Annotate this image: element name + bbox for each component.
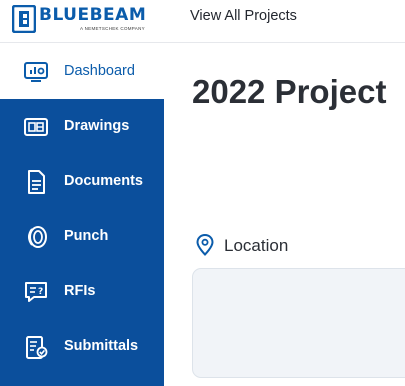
- sidebar-nav: Dashboard Drawings Documents Punch ? RFI…: [0, 44, 164, 386]
- sidebar-item-submittals[interactable]: Submittals: [0, 319, 164, 374]
- app-window: BLUEBEAM A NEMETSCHEK COMPANY View All P…: [0, 0, 405, 386]
- rfis-icon: ?: [25, 282, 47, 302]
- sidebar-item-documents[interactable]: Documents: [0, 154, 164, 209]
- location-label: Location: [224, 236, 289, 255]
- sidebar-item-drawings[interactable]: Drawings: [0, 99, 164, 154]
- bluebeam-logo[interactable]: BLUEBEAM A NEMETSCHEK COMPANY: [12, 3, 158, 35]
- sidebar-item-punch[interactable]: Punch: [0, 209, 164, 264]
- brand-name: BLUEBEAM: [39, 5, 147, 25]
- sidebar-item-dashboard[interactable]: Dashboard: [0, 44, 164, 99]
- top-bar: BLUEBEAM A NEMETSCHEK COMPANY View All P…: [0, 0, 405, 43]
- page-title: 2022 Project: [192, 73, 387, 110]
- documents-icon: [28, 170, 45, 194]
- sidebar-item-rfis[interactable]: ? RFIs: [0, 264, 164, 319]
- sidebar-item-label: Documents: [64, 173, 143, 189]
- svg-text:?: ?: [38, 287, 43, 297]
- view-all-projects-link[interactable]: View All Projects: [190, 7, 297, 25]
- sidebar-item-label: Submittals: [64, 338, 139, 354]
- location-field[interactable]: [192, 268, 405, 378]
- bluebeam-logo-mark-icon: [12, 5, 36, 33]
- punch-icon: [28, 226, 47, 248]
- submittals-icon: [26, 336, 48, 359]
- sidebar-item-label: Dashboard: [64, 63, 135, 79]
- sidebar-item-label: Punch: [64, 228, 109, 244]
- sidebar-item-label: RFIs: [64, 283, 96, 299]
- dashboard-icon: [24, 62, 48, 82]
- sidebar-item-label: Drawings: [64, 118, 130, 134]
- location-pin-icon: [196, 234, 214, 256]
- drawings-icon: [24, 118, 48, 136]
- brand-tagline: A NEMETSCHEK COMPANY: [80, 26, 145, 31]
